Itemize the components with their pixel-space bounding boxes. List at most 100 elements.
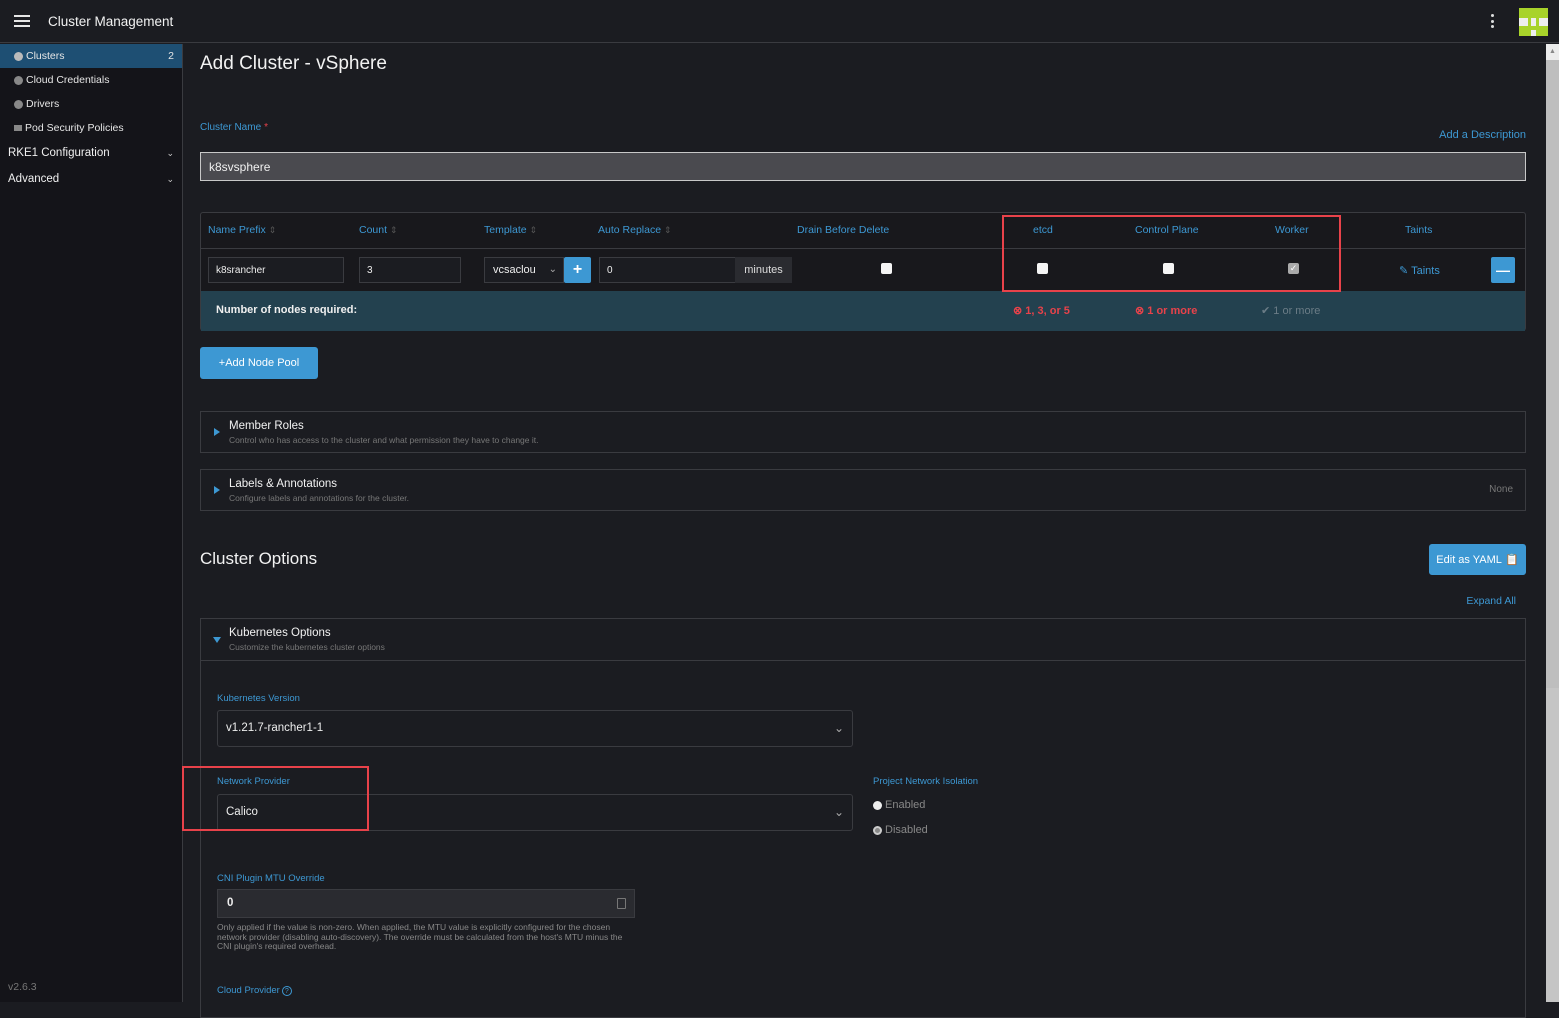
cni-mtu-input[interactable]: 0 <box>217 889 635 918</box>
sidebar-group-label: Advanced <box>8 173 60 185</box>
column-name-prefix[interactable]: Name Prefix ⇕ <box>208 224 276 236</box>
sidebar-item-clusters[interactable]: Clusters 2 <box>0 44 182 68</box>
column-label: Auto Replace <box>598 224 662 236</box>
cluster-name-label: Cluster Name * <box>200 122 268 133</box>
kubernetes-options-header[interactable]: Kubernetes Options Customize the kuberne… <box>201 619 1525 661</box>
check-circle-icon: ✔ <box>1261 305 1271 317</box>
sidebar: Clusters 2 Cloud Credentials Drivers Pod… <box>0 44 183 1002</box>
user-avatar[interactable] <box>1519 8 1548 36</box>
globe-icon <box>14 75 23 85</box>
cluster-name-input[interactable] <box>200 152 1526 181</box>
clipboard-icon: 📋 <box>1504 554 1519 566</box>
page-scrollbar[interactable]: ▲ <box>1544 44 1559 1002</box>
edit-as-yaml-label: Edit as YAML <box>1436 553 1502 566</box>
name-prefix-input[interactable] <box>208 257 344 283</box>
kubernetes-version-select[interactable]: v1.21.7-rancher1-1 ⌄ <box>217 710 853 747</box>
hamburger-icon[interactable] <box>14 15 30 27</box>
minus-icon: — <box>1496 262 1510 278</box>
sidebar-item-label: Drivers <box>26 98 60 110</box>
sidebar-item-label: Pod Security Policies <box>25 122 124 134</box>
labels-annotations-accordion[interactable]: Labels & Annotations Configure labels an… <box>200 469 1526 511</box>
sidebar-group-label: RKE1 Configuration <box>8 147 110 159</box>
chevron-down-icon: ⌄ <box>833 721 844 735</box>
node-requirements-bar: Number of nodes required: ⊗ 1, 3, or 5 ⊗… <box>201 291 1525 331</box>
sidebar-item-label: Cloud Credentials <box>26 74 110 86</box>
worker-requirement-text: 1 or more <box>1273 305 1321 317</box>
kubernetes-options-panel: Kubernetes Options Customize the kuberne… <box>200 618 1526 1018</box>
radio-selected-icon <box>873 825 882 835</box>
sort-icon: ⇕ <box>390 225 398 235</box>
cluster-name-label-text: Cluster Name <box>200 122 262 133</box>
column-template[interactable]: Template ⇕ <box>484 224 537 236</box>
scroll-up-arrow-icon[interactable]: ▲ <box>1546 44 1559 60</box>
accordion-subtitle: Control who has access to the cluster an… <box>229 435 539 445</box>
cni-mtu-value: 0 <box>227 897 234 909</box>
accordion-title: Labels & Annotations <box>229 478 338 490</box>
column-drain-before-delete: Drain Before Delete <box>797 224 890 236</box>
add-node-pool-button[interactable]: + Add Node Pool <box>200 347 318 379</box>
caret-down-icon <box>213 637 221 643</box>
sort-icon: ⇕ <box>664 225 672 235</box>
sidebar-group-rke1-configuration[interactable]: RKE1 Configuration ⌄ <box>0 140 182 166</box>
expand-all-link[interactable]: Expand All <box>1466 595 1516 607</box>
remove-pool-button[interactable]: — <box>1491 257 1515 283</box>
add-node-pool-label: Add Node Pool <box>225 357 300 369</box>
pencil-icon: ✎ <box>1399 265 1409 277</box>
sidebar-item-pod-security-policies[interactable]: Pod Security Policies <box>0 116 182 140</box>
sidebar-item-label: Clusters <box>26 50 65 62</box>
taints-link[interactable]: ✎ Taints <box>1399 264 1440 277</box>
etcd-requirement: ⊗ 1, 3, or 5 <box>1013 304 1070 317</box>
cloud-provider-label-text: Cloud Provider <box>217 985 280 996</box>
sidebar-group-advanced[interactable]: Advanced ⌄ <box>0 166 182 192</box>
edit-as-yaml-button[interactable]: Edit as YAML 📋 <box>1429 544 1526 575</box>
highlight-roles-box <box>1002 215 1341 292</box>
app-title: Cluster Management <box>48 13 174 29</box>
taints-link-label: Taints <box>1411 265 1440 277</box>
radio-label: Disabled <box>885 824 928 836</box>
kebab-menu-icon[interactable] <box>1491 14 1495 28</box>
column-count[interactable]: Count ⇕ <box>359 224 398 236</box>
member-roles-accordion[interactable]: Member Roles Control who has access to t… <box>200 411 1526 453</box>
cni-mtu-label: CNI Plugin MTU Override <box>217 873 325 884</box>
template-select[interactable]: vcsaclou ⌄ <box>484 257 564 283</box>
column-taints: Taints <box>1405 224 1433 236</box>
chevron-down-icon: ⌄ <box>166 147 174 158</box>
globe-icon <box>14 51 23 61</box>
accordion-status: None <box>1489 484 1513 495</box>
cluster-options-title: Cluster Options <box>200 549 318 568</box>
control-plane-requirement-text: 1 or more <box>1147 305 1198 317</box>
column-label: Count <box>359 224 388 236</box>
accordion-title: Member Roles <box>229 420 304 432</box>
sidebar-item-drivers[interactable]: Drivers <box>0 92 182 116</box>
kubernetes-version-value: v1.21.7-rancher1-1 <box>226 722 324 734</box>
chevron-down-icon: ⌄ <box>166 173 174 184</box>
chevron-down-icon: ⌄ <box>548 264 557 275</box>
accordion-subtitle: Configure labels and annotations for the… <box>229 493 410 503</box>
chevron-down-icon: ⌄ <box>833 805 844 819</box>
sidebar-item-cloud-credentials[interactable]: Cloud Credentials <box>0 68 182 92</box>
add-template-button[interactable]: + <box>564 257 591 283</box>
template-value: vcsaclou <box>493 264 536 276</box>
error-circle-icon: ⊗ <box>1013 305 1023 317</box>
isolation-disabled-radio[interactable]: Disabled <box>873 824 928 836</box>
kubernetes-version-label: Kubernetes Version <box>217 693 300 704</box>
scroll-thumb[interactable] <box>1546 60 1559 688</box>
help-circle-icon[interactable]: ? <box>281 986 292 996</box>
number-spinner-icon[interactable] <box>617 898 626 909</box>
requirements-label: Number of nodes required: <box>216 304 358 316</box>
page-title: Add Cluster - vSphere <box>200 53 387 74</box>
worker-requirement: ✔ 1 or more <box>1261 304 1320 317</box>
isolation-enabled-radio[interactable]: Enabled <box>873 799 925 811</box>
count-input[interactable] <box>359 257 461 283</box>
column-auto-replace[interactable]: Auto Replace ⇕ <box>598 224 672 236</box>
drain-before-delete-checkbox[interactable] <box>881 263 892 274</box>
cluster-count-badge: 2 <box>168 50 174 62</box>
etcd-requirement-text: 1, 3, or 5 <box>1025 305 1070 317</box>
sort-icon: ⇕ <box>268 225 277 235</box>
column-label: Template <box>484 224 527 236</box>
cni-mtu-help-text: Only applied if the value is non-zero. W… <box>217 922 623 951</box>
add-description-link[interactable]: Add a Description <box>1439 129 1526 141</box>
radio-label: Enabled <box>885 799 926 811</box>
auto-replace-input[interactable] <box>599 257 736 283</box>
project-network-isolation-label: Project Network Isolation <box>873 776 979 787</box>
